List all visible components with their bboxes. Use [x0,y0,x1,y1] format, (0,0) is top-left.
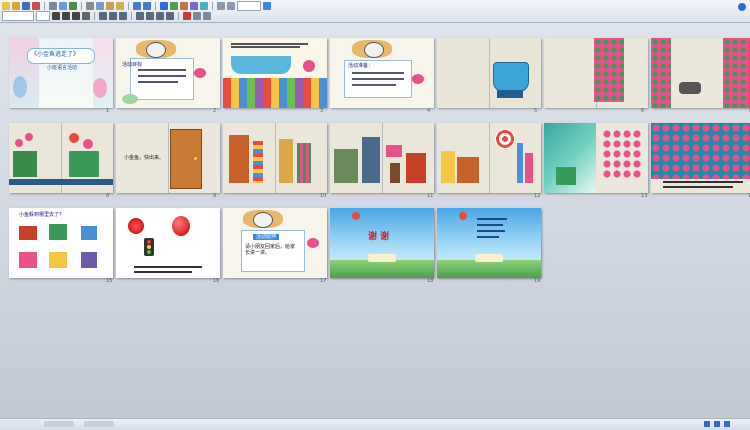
slide-number: 18 [427,278,434,284]
slide-number: 4 [427,108,431,114]
slide-thumbnail-5[interactable] [437,38,541,108]
align-right-icon[interactable] [119,12,127,20]
slide-15-title: 小鱼躲到哪里去了？ [19,212,65,218]
slide-thumbnail-19[interactable] [437,208,541,278]
sorter-view-icon[interactable] [714,421,720,427]
slide-1-title: 《小金鱼逃走了》 [31,51,80,58]
underline-icon[interactable] [72,12,80,20]
slide-thumbnail-9[interactable]: 小金鱼，快出来。 [116,123,220,193]
color-grayscale-icon[interactable] [227,2,235,10]
spelling-icon[interactable] [69,2,77,10]
slide-1-subtitle: 小班语言活动 [47,65,78,71]
slide-number: 5 [534,108,538,114]
slide-number: 11 [427,193,434,199]
slide-number: 1 [106,108,110,114]
new-slide-icon[interactable] [203,12,211,20]
picture-icon[interactable] [200,2,208,10]
slide-17-text: 请小朋友回家后，给家长讲一讲。 [245,244,296,256]
slide-17-title: 活动延伸 [253,234,280,240]
chart-icon[interactable] [180,2,188,10]
align-left-icon[interactable] [99,12,107,20]
copy-icon[interactable] [96,2,104,10]
toolbar-row-formatting [2,11,211,21]
bullets-icon[interactable] [146,12,154,20]
numbering-icon[interactable] [136,12,144,20]
zoom-box[interactable] [237,1,261,11]
slide-thumbnail-13[interactable] [544,123,648,193]
permission-icon[interactable] [32,2,40,10]
slide-thumbnail-10[interactable] [223,123,327,193]
status-language-indicator [84,421,114,427]
new-icon[interactable] [2,2,10,10]
cut-icon[interactable] [86,2,94,10]
slide-thumbnail-8[interactable] [9,123,113,193]
grid-icon[interactable] [217,2,225,10]
save-icon[interactable] [22,2,30,10]
font-size-box[interactable] [36,11,50,21]
help-icon[interactable] [263,2,271,10]
format-painter-icon[interactable] [116,2,124,10]
table-icon[interactable] [170,2,178,10]
slideshow-icon[interactable] [724,421,730,427]
slide-number: 15 [106,278,113,284]
slide-thumbnail-7[interactable] [651,38,750,108]
slide-thumbnail-11[interactable] [330,123,434,193]
status-bar [0,418,750,430]
slide-18-title: 谢 谢 [368,232,390,242]
paste-icon[interactable] [106,2,114,10]
preview-icon[interactable] [59,2,67,10]
increase-font-icon[interactable] [156,12,164,20]
normal-view-icon[interactable] [704,421,710,427]
design-icon[interactable] [193,12,201,20]
open-icon[interactable] [12,2,20,10]
align-center-icon[interactable] [109,12,117,20]
slide-thumbnail-12[interactable] [437,123,541,193]
slide-number: 17 [320,278,327,284]
shadow-icon[interactable] [82,12,90,20]
slide-thumbnail-2[interactable]: 活动目标 [116,38,220,108]
slide-number: 6 [641,108,645,114]
slide-thumbnail-6[interactable] [544,38,648,108]
bold-icon[interactable] [52,12,60,20]
slide-thumbnail-17[interactable]: 活动延伸 请小朋友回家后，给家长讲一讲。 [223,208,327,278]
slide-number: 12 [534,193,541,199]
slide-thumbnail-4[interactable]: 活动准备： [330,38,434,108]
hyperlink-icon[interactable] [160,2,168,10]
slide-number: 16 [213,278,220,284]
help-button[interactable] [738,3,746,11]
decrease-font-icon[interactable] [166,12,174,20]
slide-number: 8 [106,193,110,199]
status-design-indicator [44,421,74,427]
slide-number: 19 [534,278,541,284]
slide-9-text: 小金鱼，快出来。 [124,155,165,161]
italic-icon[interactable] [62,12,70,20]
status-view-indicator [0,420,40,428]
redo-icon[interactable] [143,2,151,10]
slide-thumbnail-15[interactable]: 小鱼躲到哪里去了？ [9,208,113,278]
slide-number: 2 [213,108,217,114]
toolbar [0,0,750,23]
slide-number: 3 [320,108,324,114]
slide-4-title: 活动准备： [348,63,374,69]
slide-number: 13 [641,193,648,199]
slide-sorter: 《小金鱼逃走了》 小班语言活动 1 活动目标 2 3 活动准备： 4 5 6 7… [0,23,750,418]
print-icon[interactable] [49,2,57,10]
font-color-icon[interactable] [183,12,191,20]
undo-icon[interactable] [133,2,141,10]
slide-thumbnail-1[interactable]: 《小金鱼逃走了》 小班语言活动 [9,38,113,108]
textbox-icon[interactable] [190,2,198,10]
toolbar-row-standard [2,1,271,11]
slide-number: 10 [320,193,327,199]
slide-2-title: 活动目标 [122,62,143,68]
slide-thumbnail-3[interactable] [223,38,327,108]
font-box[interactable] [2,11,34,21]
slide-thumbnail-14[interactable] [651,123,750,193]
slide-thumbnail-18[interactable]: 谢 谢 [330,208,434,278]
slide-thumbnail-16[interactable] [116,208,220,278]
slide-number: 9 [213,193,217,199]
